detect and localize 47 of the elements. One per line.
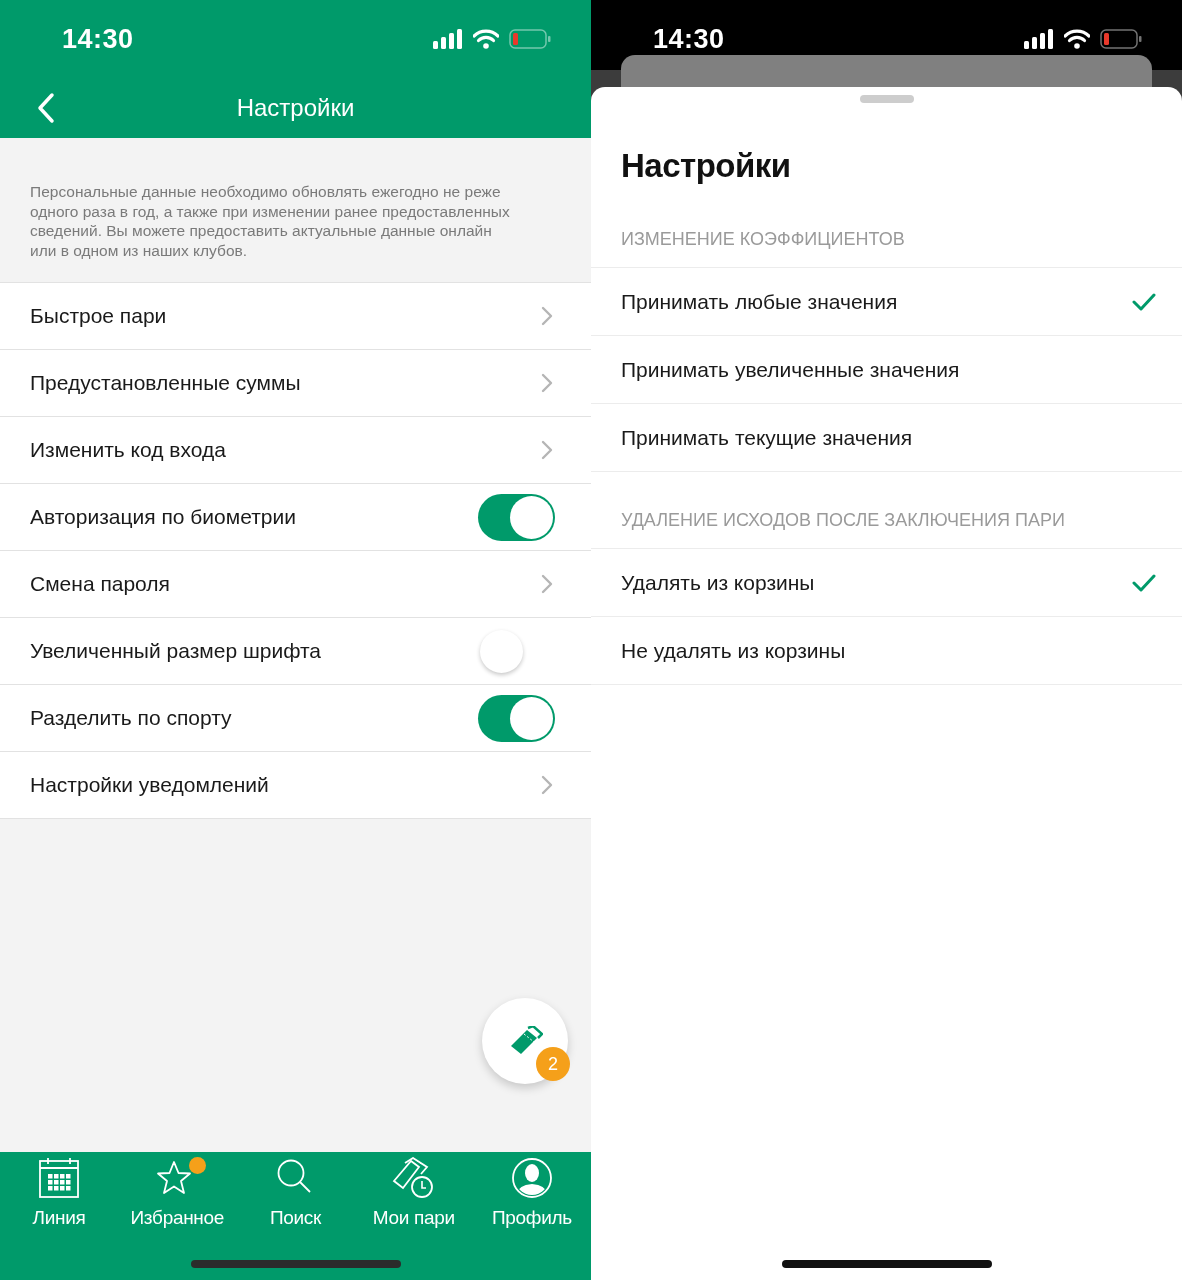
setting-label: Предустановленные суммы [30,371,302,395]
option-row[interactable]: Принимать увеличенные значения [591,336,1182,404]
chevron-icon [541,306,553,326]
signal-icon [433,29,463,49]
bet-slip-button[interactable] [482,998,568,1084]
tab-item[interactable]: Избранное [118,1152,237,1229]
setting-label: Изменить код входа [30,438,227,462]
option-row[interactable]: Принимать любые значения [591,268,1182,336]
chevron-icon [541,440,553,460]
setting-label: Настройки уведомлений [30,773,270,797]
chevron-icon [541,775,553,795]
battery-icon [1100,29,1142,49]
battery-icon [509,29,551,49]
sheet-title: Настройки [620,146,792,186]
tab-item[interactable]: Мои пари [354,1152,473,1229]
wifi-icon [1064,29,1090,49]
tab-item[interactable]: Линия [0,1152,119,1229]
signal-icon [1024,29,1054,49]
status-time: 14:30 [62,23,135,55]
back-icon[interactable] [36,92,56,124]
setting-label: Авторизация по биометрии [30,505,297,529]
status-time: 14:30 [653,23,726,55]
profile-icon [510,1157,553,1199]
settings-row[interactable]: Смена пароля [0,551,591,618]
settings-row[interactable]: Быстрое пари [0,283,591,350]
settings-row[interactable]: Предустановленные суммы [0,350,591,417]
calendar-icon [38,1157,81,1199]
setting-label: Увеличенный размер шрифта [30,639,323,663]
tab-item[interactable]: Поиск [236,1152,355,1229]
setting-label: Быстрое пари [30,304,168,328]
section-heading: ИЗМЕНЕНИЕ КОЭФФИЦИЕНТОВ [591,212,1182,268]
setting-label: Смена пароля [30,572,171,596]
option-row[interactable]: Удалять из корзины [591,549,1182,617]
screen-title: Настройки [236,94,355,122]
setting-label: Разделить по спорту [30,706,233,730]
toggle-switch[interactable] [478,493,555,541]
chevron-icon [541,373,553,393]
chevron-icon [541,574,553,594]
wifi-icon [473,29,499,49]
tab-item[interactable]: Профиль [472,1152,591,1229]
drag-handle[interactable] [859,95,914,103]
option-row[interactable]: Не удалять из корзины [591,617,1182,685]
settings-row[interactable]: Изменить код входа [0,417,591,484]
settings-row[interactable]: Настройки уведомлений [0,752,591,819]
toggle-switch[interactable] [478,694,555,742]
section-heading: УДАЛЕНИЕ ИСХОДОВ ПОСЛЕ ЗАКЛЮЧЕНИЯ ПАРИ [591,493,1182,549]
option-row[interactable]: Принимать текущие значения [591,404,1182,472]
